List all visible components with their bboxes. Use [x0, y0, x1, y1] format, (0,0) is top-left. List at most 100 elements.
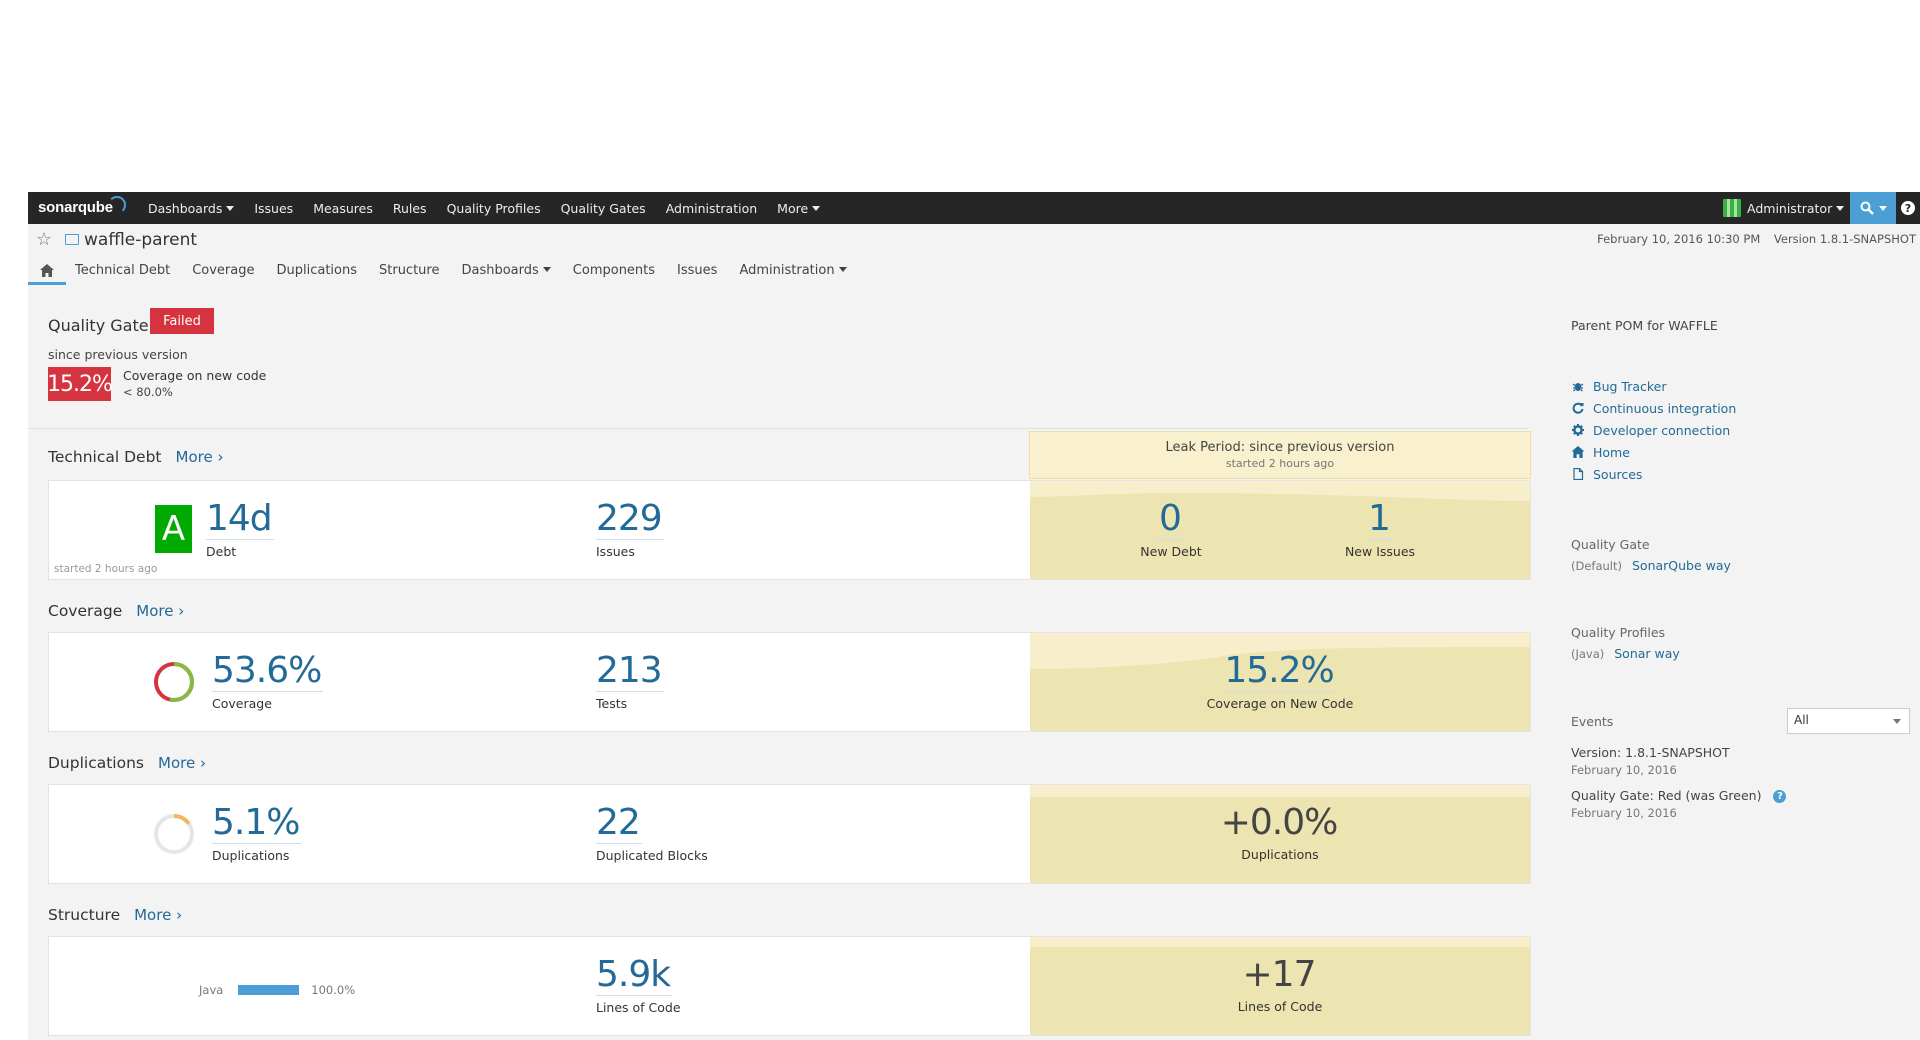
project-subnav: Technical Debt Coverage Duplications Str…	[28, 258, 858, 285]
new-duplications-value[interactable]: +0.0%	[1221, 803, 1340, 843]
nav-issues[interactable]: Issues	[254, 201, 293, 216]
project-meta: February 10, 2016 10:30 PM Version 1.8.1…	[1587, 232, 1916, 246]
caret-down-icon	[226, 205, 235, 211]
sqale-rating-badge[interactable]: A	[155, 505, 192, 553]
duplications-more-link[interactable]: More ›	[158, 754, 206, 772]
nav-administration[interactable]: Administration	[666, 201, 757, 216]
link-sources[interactable]: Sources	[1571, 463, 1736, 485]
nav-more[interactable]: More	[777, 201, 821, 216]
debt-value[interactable]: 14d	[206, 499, 274, 540]
tab-dashboards[interactable]: Dashboards	[461, 263, 551, 278]
duplications-metric[interactable]: 5.1% Duplications	[212, 803, 302, 863]
new-coverage-metric[interactable]: 15.2% Coverage on New Code	[1180, 651, 1380, 712]
link-continuous-integration[interactable]: Continuous integration	[1571, 397, 1736, 419]
link-label: Home	[1593, 444, 1630, 460]
tests-metric[interactable]: 213 Tests	[596, 651, 664, 711]
user-name: Administrator	[1747, 200, 1833, 216]
caret-down-icon	[1878, 205, 1887, 211]
debt-label: Debt	[206, 544, 237, 559]
quality-gate-link[interactable]: SonarQube way	[1632, 558, 1731, 573]
lines-of-code-metric[interactable]: 5.9k Lines of Code	[596, 955, 681, 1015]
events-title: Events	[1571, 714, 1614, 729]
event-item: Version: 1.8.1-SNAPSHOT February 10, 201…	[1571, 745, 1730, 777]
nav-dashboards[interactable]: Dashboards	[148, 201, 235, 216]
analysis-date: February 10, 2016 10:30 PM	[1597, 232, 1761, 246]
tab-technical-debt[interactable]: Technical Debt	[75, 263, 170, 278]
structure-panel: Java 100.0% 5.9k Lines of Code +17 Lines…	[48, 936, 1531, 1036]
link-bug-tracker[interactable]: Bug Tracker	[1571, 375, 1736, 397]
tech-debt-more-link[interactable]: More ›	[176, 448, 224, 466]
tab-duplications[interactable]: Duplications	[276, 263, 357, 278]
user-menu[interactable]: Administrator	[1723, 192, 1845, 224]
help-icon[interactable]: ?	[1773, 790, 1787, 803]
nav-measures[interactable]: Measures	[313, 201, 373, 216]
tab-issues[interactable]: Issues	[677, 263, 717, 278]
tech-debt-section-title: Technical Debt More ›	[48, 448, 223, 466]
duplications-leak-box: +0.0% Duplications	[1030, 785, 1530, 883]
nav-quality-gates[interactable]: Quality Gates	[561, 201, 646, 216]
nav-rules[interactable]: Rules	[393, 201, 427, 216]
issues-metric[interactable]: 229 Issues	[596, 499, 664, 559]
tech-debt-panel: A 14d Debt started 2 hours ago 229 Issue…	[48, 480, 1531, 580]
duplications-title: Duplications	[48, 754, 144, 772]
quality-profile-link[interactable]: Sonar way	[1614, 646, 1680, 661]
lines-of-code-value[interactable]: 5.9k	[596, 955, 673, 996]
coverage-panel: 53.6% Coverage 213 Tests 15.2% Coverage …	[48, 632, 1531, 732]
new-duplications-label: Duplications	[1241, 847, 1319, 862]
new-issues-metric[interactable]: 1 New Issues	[1320, 499, 1440, 560]
duplications-value[interactable]: 5.1%	[212, 803, 302, 844]
new-debt-value[interactable]: 0	[1159, 499, 1183, 540]
new-lines-metric[interactable]: +17 Lines of Code	[1180, 955, 1380, 1015]
top-navbar: sonarqube Dashboards Issues Measures Rul…	[28, 192, 1920, 224]
structure-section-title: Structure More ›	[48, 906, 182, 924]
events-filter-select[interactable]: All	[1787, 708, 1910, 734]
tests-value[interactable]: 213	[596, 651, 664, 692]
duplicated-blocks-value[interactable]: 22	[596, 803, 642, 844]
coverage-metric[interactable]: 53.6% Coverage	[212, 651, 324, 711]
new-lines-label: Lines of Code	[1237, 999, 1323, 1014]
coverage-section-title: Coverage More ›	[48, 602, 184, 620]
events-filter-value: All	[1794, 713, 1809, 727]
quality-gate-title: Quality Gate	[48, 316, 149, 335]
tab-structure[interactable]: Structure	[379, 263, 439, 278]
link-label: Continuous integration	[1593, 400, 1737, 416]
search-button[interactable]	[1850, 192, 1896, 224]
tab-coverage[interactable]: Coverage	[192, 263, 254, 278]
new-issues-label: New Issues	[1344, 544, 1416, 559]
help-button[interactable]: ?	[1896, 192, 1920, 224]
new-debt-metric[interactable]: 0 New Debt	[1140, 499, 1201, 560]
duplications-label: Duplications	[212, 848, 290, 863]
project-name[interactable]: waffle-parent	[84, 230, 197, 250]
duplications-panel: 5.1% Duplications 22 Duplicated Blocks +…	[48, 784, 1531, 884]
duplicated-blocks-metric[interactable]: 22 Duplicated Blocks	[596, 803, 708, 863]
gear-icon	[1572, 424, 1584, 436]
project-description: Parent POM for WAFFLE	[1571, 318, 1718, 333]
nav-quality-profiles[interactable]: Quality Profiles	[447, 201, 541, 216]
link-home[interactable]: Home	[1571, 441, 1736, 463]
coverage-more-link[interactable]: More ›	[136, 602, 184, 620]
coverage-value[interactable]: 53.6%	[212, 651, 324, 692]
favorite-star-icon[interactable]: ☆	[36, 229, 52, 250]
tab-administration[interactable]: Administration	[739, 263, 847, 278]
home-tab[interactable]	[28, 259, 66, 285]
structure-more-link[interactable]: More ›	[134, 906, 182, 924]
events-label: Events	[1571, 714, 1613, 729]
issues-value[interactable]: 229	[596, 499, 664, 540]
coverage-title: Coverage	[48, 602, 123, 620]
home-icon	[1571, 446, 1585, 458]
leak-trend-shape	[1030, 481, 1530, 501]
quality-gate-condition-threshold: < 80.0%	[123, 385, 173, 399]
home-icon	[40, 263, 54, 277]
debt-metric[interactable]: 14d Debt	[206, 499, 274, 559]
new-lines-value[interactable]: +17	[1243, 955, 1318, 995]
coverage-leak-box: 15.2% Coverage on New Code	[1030, 633, 1530, 731]
structure-title: Structure	[48, 906, 121, 924]
new-duplications-metric[interactable]: +0.0% Duplications	[1180, 803, 1380, 863]
side-quality-profiles: Quality Profiles (Java) Sonar way	[1571, 625, 1680, 661]
tab-components[interactable]: Components	[573, 263, 655, 278]
new-issues-value[interactable]: 1	[1368, 499, 1392, 540]
link-developer-connection[interactable]: Developer connection	[1571, 419, 1736, 441]
new-coverage-value[interactable]: 15.2%	[1224, 651, 1336, 692]
sonarqube-logo[interactable]: sonarqube	[38, 196, 126, 216]
quality-gate-condition-value[interactable]: 15.2%	[47, 367, 113, 401]
